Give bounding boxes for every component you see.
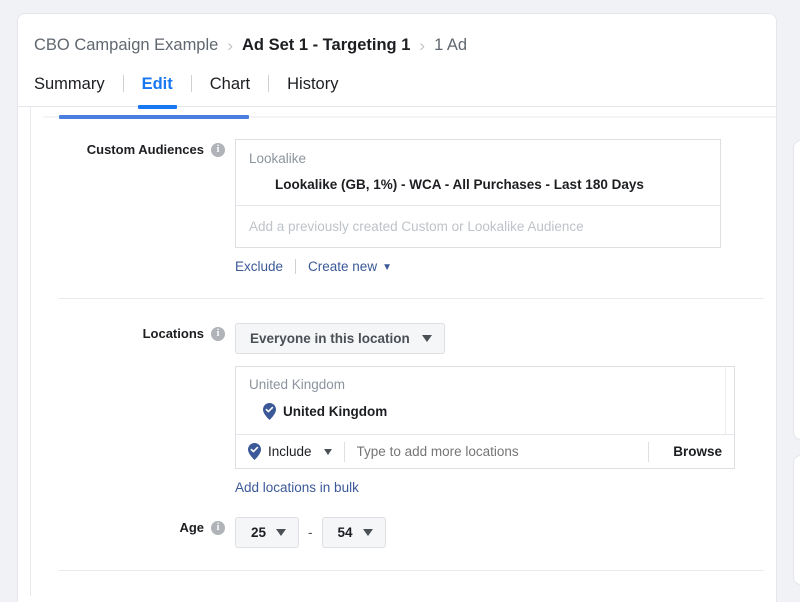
- selected-audience-item[interactable]: Lookalike (GB, 1%) - WCA - All Purchases…: [249, 177, 707, 192]
- create-new-link[interactable]: Create new ▼: [308, 259, 392, 274]
- locations-label-group: Locations i: [31, 323, 235, 341]
- selected-location-label: United Kingdom: [283, 404, 387, 419]
- app-screen: CBO Campaign Example › Ad Set 1 - Target…: [0, 0, 800, 602]
- map-pin-icon: [248, 443, 261, 460]
- selected-location-item[interactable]: United Kingdom: [249, 403, 721, 420]
- section-divider: [59, 298, 764, 299]
- map-pin-icon: [263, 403, 276, 420]
- tab-chart[interactable]: Chart: [210, 75, 250, 104]
- chevron-down-icon: [324, 449, 332, 455]
- tab-divider: [268, 75, 269, 92]
- age-label-group: Age i: [31, 517, 235, 535]
- locations-box: United Kingdom United Kingdom: [235, 366, 735, 469]
- chevron-down-icon: [276, 529, 286, 536]
- age-range-controls: 25 - 54: [235, 517, 758, 548]
- age-min-dropdown[interactable]: 25: [235, 517, 299, 548]
- field-divider: [344, 442, 345, 462]
- locations-selected-list: United Kingdom United Kingdom: [236, 367, 734, 435]
- custom-audiences-selected-group: Lookalike Lookalike (GB, 1%) - WCA - All…: [236, 140, 720, 206]
- custom-audiences-label-group: Custom Audiences i: [31, 139, 235, 157]
- location-scope-dropdown[interactable]: Everyone in this location: [235, 323, 445, 354]
- include-exclude-dropdown[interactable]: Include: [248, 443, 332, 460]
- locations-label: Locations: [143, 326, 204, 341]
- breadcrumb: CBO Campaign Example › Ad Set 1 - Target…: [18, 30, 776, 60]
- create-new-label: Create new: [308, 259, 377, 274]
- breadcrumb-item-campaign[interactable]: CBO Campaign Example: [34, 36, 218, 55]
- age-max-value: 54: [338, 525, 353, 540]
- breadcrumb-separator: ›: [419, 37, 425, 54]
- audience-actions: Exclude Create new ▼: [235, 259, 758, 274]
- tab-edit[interactable]: Edit: [142, 75, 173, 104]
- chevron-down-icon: [422, 335, 432, 342]
- field-divider: [648, 442, 649, 462]
- info-icon[interactable]: i: [211, 327, 225, 341]
- location-search-input[interactable]: [357, 444, 637, 459]
- card-header: CBO Campaign Example › Ad Set 1 - Target…: [18, 14, 776, 107]
- tab-bar: Summary Edit Chart History: [18, 60, 776, 104]
- location-scope-label: Everyone in this location: [250, 331, 410, 346]
- age-field: 25 - 54: [235, 517, 758, 548]
- breadcrumb-item-adset[interactable]: Ad Set 1 - Targeting 1: [242, 36, 410, 55]
- left-gutter: [18, 107, 31, 596]
- section-progress-bar: [59, 115, 249, 119]
- bottom-section-divider: [59, 570, 764, 571]
- form-content: Custom Audiences i Lookalike Lookalike (…: [31, 107, 776, 596]
- custom-audiences-box: Lookalike Lookalike (GB, 1%) - WCA - All…: [235, 139, 721, 248]
- add-locations-in-bulk-link[interactable]: Add locations in bulk: [235, 480, 758, 495]
- tab-history[interactable]: History: [287, 75, 338, 104]
- right-side-panel-secondary: [793, 455, 800, 585]
- breadcrumb-item-ad[interactable]: 1 Ad: [434, 36, 467, 55]
- action-divider: [295, 259, 296, 274]
- custom-audiences-label: Custom Audiences: [87, 142, 204, 157]
- chevron-down-icon: ▼: [382, 262, 392, 273]
- chevron-down-icon: [363, 529, 373, 536]
- age-row: Age i 25 - 54: [31, 517, 776, 548]
- info-icon[interactable]: i: [211, 143, 225, 157]
- include-label: Include: [268, 444, 312, 459]
- card-body: Custom Audiences i Lookalike Lookalike (…: [18, 107, 776, 596]
- locations-row: Locations i Everyone in this location Un…: [31, 323, 776, 495]
- browse-button[interactable]: Browse: [661, 444, 722, 459]
- breadcrumb-separator: ›: [227, 37, 233, 54]
- tab-summary[interactable]: Summary: [34, 75, 105, 104]
- ad-set-editor-card: CBO Campaign Example › Ad Set 1 - Target…: [17, 13, 777, 602]
- custom-audiences-field: Lookalike Lookalike (GB, 1%) - WCA - All…: [235, 139, 758, 274]
- locations-field: Everyone in this location United Kingdom: [235, 323, 758, 495]
- audience-group-title: Lookalike: [249, 151, 707, 166]
- locations-scrollbar[interactable]: [725, 367, 734, 434]
- age-min-value: 25: [251, 525, 266, 540]
- location-group-title: United Kingdom: [249, 377, 721, 392]
- tab-divider: [123, 75, 124, 92]
- age-max-dropdown[interactable]: 54: [322, 517, 386, 548]
- custom-audiences-row: Custom Audiences i Lookalike Lookalike (…: [31, 139, 776, 274]
- age-label: Age: [179, 520, 204, 535]
- exclude-link[interactable]: Exclude: [235, 259, 283, 274]
- age-range-separator: -: [308, 525, 313, 540]
- audience-search-input[interactable]: Add a previously created Custom or Looka…: [236, 206, 720, 247]
- tab-divider: [191, 75, 192, 92]
- location-add-row: Include Browse: [236, 435, 734, 468]
- right-side-panel: [793, 140, 800, 440]
- info-icon[interactable]: i: [211, 521, 225, 535]
